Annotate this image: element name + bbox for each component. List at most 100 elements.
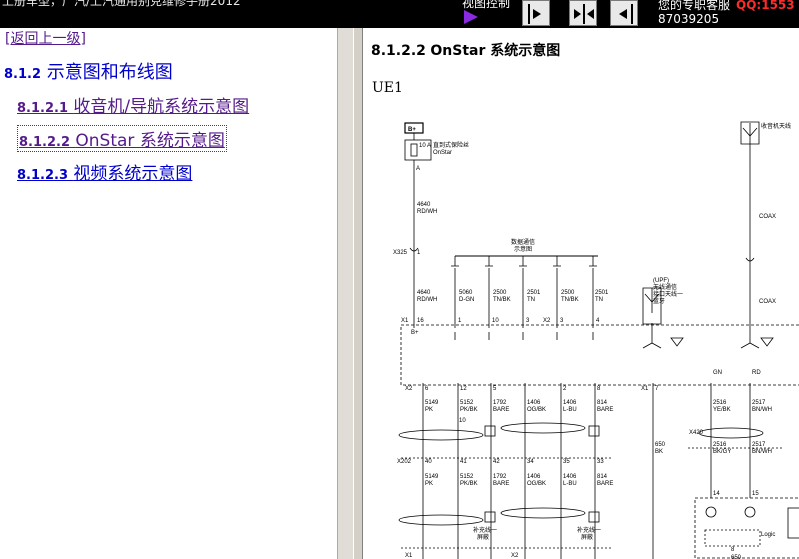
label-wire-color: TN [527, 297, 535, 303]
label-wire: 2516 [713, 400, 727, 406]
back-link[interactable]: [返回上一级] [5, 28, 86, 48]
label-shield: 补充线一 [473, 526, 497, 534]
label-radio-antenna: 收音机天线 [761, 122, 791, 130]
label-bplus: B+ [411, 330, 419, 336]
label-wire: 814 [597, 474, 608, 480]
nav-pane: [返回上一级] 8.1.2 示意图和布线图 8.1.2.1 收音机/导航系统示意… [0, 28, 338, 559]
label-conn-x325: X325 [393, 250, 408, 256]
top-toolbar: 上册车型，广汽/上汽通用别克维修手册2012 视图控制 您的专职客服 QQ:155… [0, 0, 799, 28]
splice-3 [484, 511, 496, 523]
splice-4 [588, 511, 600, 523]
expand-right-button[interactable] [522, 0, 550, 26]
label-wire: 1406 [527, 474, 541, 480]
label-pin: 10 [492, 318, 499, 324]
label-fuse-box: B+ [408, 127, 416, 133]
label-wire: 2517 [752, 442, 766, 448]
label-fuse: 10 A [419, 143, 431, 149]
label-wire-color: RD/WH [417, 209, 437, 215]
content-subheading: UE1 [372, 80, 403, 96]
label-fuse-desc1: 直到式保险丝 [433, 141, 469, 149]
label-pin: 4 [596, 318, 600, 324]
nav-link-number: 8.1.2.2 [19, 135, 70, 150]
label-wire: 5149 [425, 474, 439, 480]
expand-left-button[interactable] [610, 0, 638, 26]
nav-link-video[interactable]: 8.1.2.3 视频系统示意图 [17, 159, 192, 184]
qq-link[interactable]: QQ:1553 [736, 0, 795, 12]
label-upf: 接口天线一 [653, 290, 683, 298]
label-pin: 16 [417, 318, 424, 324]
label-wire: 1792 [493, 400, 507, 406]
label-wire: 1792 [493, 474, 507, 480]
nav-link-label: OnStar 系统示意图 [75, 131, 225, 151]
twisted-pair-5 [698, 427, 764, 439]
label-wire: 4640 [417, 290, 431, 296]
label-wire: 1406 [527, 400, 541, 406]
label-wire-color: TN/BK [493, 297, 511, 303]
mic-element-2 [744, 506, 756, 518]
label-pin: 1 [458, 318, 462, 324]
label-conn: X2 [405, 386, 413, 392]
label-pin: 33 [597, 459, 604, 465]
label-coax: COAX [759, 214, 776, 220]
label-upf: 蓝牙 [653, 297, 665, 305]
label-ten: 10 [459, 418, 466, 424]
splice-1 [484, 425, 496, 437]
label-pin: 15 [752, 491, 759, 497]
label-pin: 12 [460, 386, 467, 392]
label-conn: X1 [401, 318, 409, 324]
label-pin: 2 [563, 386, 567, 392]
label-coax: COAX [759, 299, 776, 305]
label-pin: 5 [493, 386, 497, 392]
label-conn: X202 [397, 459, 412, 465]
label-shield: 屏蔽 [477, 533, 489, 541]
support-text: 您的专职客服 [658, 0, 731, 12]
label-wire: 650 [731, 555, 742, 559]
data-connectors [451, 256, 597, 328]
label-wire: 650 [655, 442, 666, 448]
split-view-button[interactable] [569, 0, 597, 26]
label-conn: X1 [641, 386, 649, 392]
nav-link-onstar[interactable]: 8.1.2.2 OnStar 系统示意图 [17, 125, 227, 152]
label-shield: 补充线一 [577, 526, 601, 534]
label-wire-color: PK [425, 481, 433, 487]
label-wire: 1406 [563, 474, 577, 480]
split-arrows-icon [574, 4, 594, 24]
mic-element-1 [705, 506, 717, 518]
label-wire-color: BN/WH [752, 407, 772, 413]
nav-scrollbar[interactable] [337, 28, 354, 559]
twisted-pair-4 [500, 507, 586, 519]
label-wire-color: OG/BK [527, 407, 546, 413]
label-wire-color: TN/BK [561, 297, 579, 303]
label-pin: 14 [713, 491, 720, 497]
label-fuse-desc2: OnStar [433, 150, 452, 156]
arrow-right-icon [528, 4, 541, 24]
onstar-module-outline [400, 324, 799, 386]
label-wire: 4640 [417, 202, 431, 208]
content-pane: 8.1.2.2 OnStar 系统示意图 UE1 B+ 10 A 直到式保险丝 … [363, 28, 799, 559]
pane-splitter[interactable] [353, 28, 363, 559]
label-wire: 2501 [595, 290, 609, 296]
play-icon[interactable] [464, 10, 478, 24]
label-pin: 7 [655, 386, 659, 392]
label-wire-color: BN/WH [752, 449, 772, 455]
label-wire-color: PK [425, 407, 433, 413]
twisted-pair-3 [398, 514, 484, 526]
label-wire-color: L-BU [563, 407, 577, 413]
label-wire-color: PK/BK [460, 481, 478, 487]
label-pin: 42 [493, 459, 500, 465]
label-wire: 5060 [459, 290, 473, 296]
support-phone: 87039205 [658, 12, 720, 26]
window-title: 上册车型，广汽/上汽通用别克维修手册2012 [2, 0, 241, 8]
label-wire-color: BK/GY [713, 449, 731, 455]
nav-link-number: 8.1.2.3 [17, 168, 68, 183]
label-pin: 34 [527, 459, 534, 465]
nav-link-radio-nav[interactable]: 8.1.2.1 收音机/导航系统示意图 [17, 92, 249, 117]
radio-antenna-symbol [740, 121, 760, 163]
nav-link-number: 8.1.2.1 [17, 101, 68, 116]
label-wire-color: BARE [493, 481, 509, 487]
section-number: 8.1.2 [4, 67, 42, 82]
heading-number: 8.1.2.2 [371, 43, 426, 59]
label-shield: 屏蔽 [581, 533, 593, 541]
label-pin: 3 [560, 318, 564, 324]
fuse-element [410, 143, 418, 157]
